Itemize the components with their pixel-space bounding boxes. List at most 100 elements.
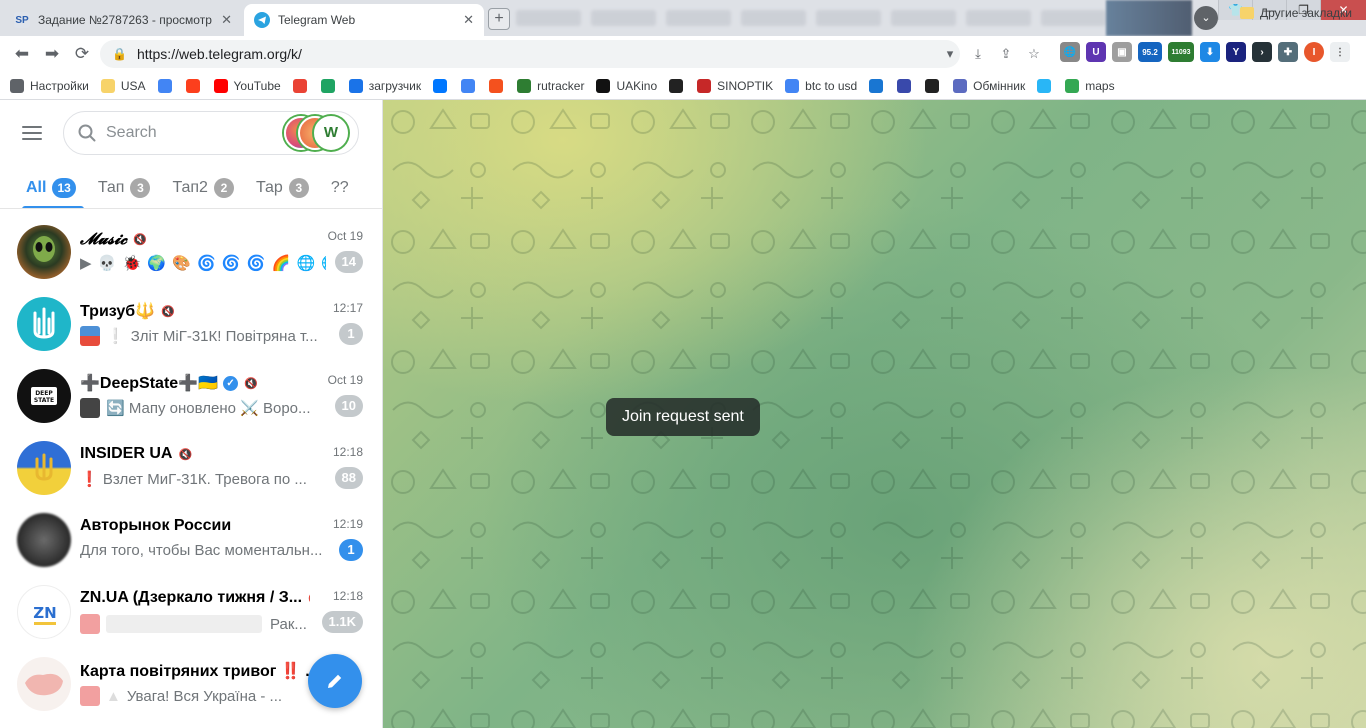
chat-avatar: ZN — [17, 585, 71, 639]
bookmark-item[interactable] — [897, 78, 917, 93]
weather-extension-icon[interactable]: 95.2 — [1138, 42, 1162, 62]
folder-tabs-divider — [0, 208, 382, 209]
omnibox-actions: ▾ ⤓ ⇪ ☆ — [940, 44, 1044, 64]
terminal-extension-icon[interactable]: › — [1252, 42, 1272, 62]
bookmark-label: btc to usd — [805, 78, 858, 93]
ublock-extension-icon[interactable]: U — [1086, 42, 1106, 62]
other-bookmarks-label: Другие закладки — [1260, 6, 1352, 20]
folder-tab[interactable]: ?? — [331, 179, 349, 197]
folder-count-badge: 3 — [130, 178, 151, 198]
url-bar[interactable]: 🔒 https://web.telegram.org/k/ — [100, 40, 960, 68]
chat-name-row: 𝓜𝓾𝓼𝓲𝓬 🔇 — [80, 229, 147, 249]
chat-item[interactable]: INSIDER UA 🔇 12:18 ❗ Взлет МиГ-31К. Трев… — [8, 432, 375, 504]
dropdown-icon[interactable]: ▾ — [940, 44, 960, 64]
hamburger-menu-icon[interactable] — [22, 122, 50, 146]
folder-tab[interactable]: Тар 3 — [256, 178, 309, 198]
bookmark-item[interactable] — [292, 78, 313, 93]
bookmark-label: Обмінник — [973, 78, 1026, 93]
chat-list-column: W All 13 Тап 3 Тап2 2 Тар 3?? 𝓜𝓾𝓼𝓲𝓬 🔇 Oct 19 ▶ … — [0, 100, 383, 728]
folder-tab[interactable]: Тап2 2 — [172, 178, 234, 198]
chat-item[interactable]: Тризуб🔱 🔇 12:17 ❕ Зліт МіГ-31К! Повітрян… — [8, 288, 375, 360]
forward-button[interactable]: ➡ — [38, 40, 66, 68]
chat-name: Авторынок России — [80, 517, 232, 534]
reload-button[interactable]: ⟳ — [68, 40, 96, 68]
bookmarks-overflow-button[interactable]: » — [1206, 5, 1213, 20]
bookmark-star-icon[interactable]: ☆ — [1024, 44, 1044, 64]
bookmark-label: USA — [120, 78, 146, 93]
bookmark-item[interactable] — [185, 78, 206, 93]
bookmark-item[interactable] — [489, 78, 509, 93]
extension-icon[interactable]: ▣ — [1112, 42, 1132, 62]
bookmark-item[interactable]: Обмінник — [953, 78, 1026, 93]
folder-icon — [1240, 7, 1254, 19]
unread-badge: 1 — [339, 323, 363, 345]
new-tab-button[interactable]: + — [488, 8, 510, 30]
tab-title: Telegram Web — [278, 13, 356, 27]
chat-item[interactable]: ZN ZN.UA (Дзеркало тижня / З... 🔇 12:18 … — [8, 576, 375, 648]
bookmark-item[interactable]: Настройки — [10, 78, 89, 93]
bookmark-item[interactable] — [433, 78, 453, 93]
bookmark-item[interactable] — [461, 78, 481, 93]
star-icon — [1037, 78, 1052, 93]
browser-tab-task[interactable]: SP Задание №2787263 - просмотр з ✕ — [4, 4, 242, 36]
folder-label: Тап2 — [172, 179, 208, 196]
chat-message: Зліт МіГ-31К! Повітряна т... — [130, 327, 318, 345]
other-bookmarks-folder[interactable]: Другие закладки — [1240, 6, 1352, 20]
chat-preview: Рак... — [80, 614, 326, 634]
chrome-menu-icon[interactable]: ⋮ — [1330, 42, 1350, 62]
chat-body: 𝓜𝓾𝓼𝓲𝓬 🔇 Oct 19 ▶ 💀 🐞 🌍 🎨 🌀 🌀 🌀 🌈 🌐 🌐 14 — [80, 225, 375, 279]
chat-body: Авторынок России 12:19 Для того, чтобы В… — [80, 513, 375, 567]
bookmark-item[interactable]: YouTube — [213, 78, 281, 93]
bookmark-item[interactable] — [669, 78, 689, 93]
bookmark-item[interactable]: btc to usd — [785, 78, 858, 93]
search-box[interactable]: W — [63, 111, 359, 155]
download-extension-icon[interactable]: ⬇ — [1200, 42, 1220, 62]
bookmark-item[interactable]: SINOPTIK — [697, 78, 773, 93]
browser-tab-telegram[interactable]: Telegram Web ✕ — [244, 4, 484, 36]
install-icon[interactable]: ⤓ — [968, 44, 988, 64]
muted-icon: 🔇 — [244, 377, 258, 390]
bookmark-item[interactable]: rutracker — [517, 78, 584, 93]
muted-icon: 🔇 — [133, 233, 147, 246]
exchange-icon — [953, 78, 968, 93]
chat-item[interactable]: 𝓜𝓾𝓼𝓲𝓬 🔇 Oct 19 ▶ 💀 🐞 🌍 🎨 🌀 🌀 🌀 🌈 🌐 🌐 14 — [8, 216, 375, 288]
unread-badge: 1.1K — [321, 611, 363, 633]
bookmark-label: Настройки — [30, 78, 89, 93]
folder-tab[interactable]: Тап 3 — [98, 178, 151, 198]
folder-count-badge: 2 — [213, 178, 234, 198]
chat-name: ➕DeepState➕🇺🇦 — [80, 375, 219, 392]
bookmark-item[interactable] — [157, 78, 178, 93]
y-extension-icon[interactable]: Y — [1226, 42, 1246, 62]
close-tab-icon[interactable]: ✕ — [463, 12, 474, 28]
compose-button[interactable] — [308, 654, 362, 708]
story-avatar[interactable]: W — [314, 116, 348, 150]
chat-background: Join request sent — [383, 100, 1366, 728]
url-text: https://web.telegram.org/k/ — [136, 46, 302, 62]
counter-extension-icon[interactable]: 11093 — [1168, 42, 1194, 62]
chat-avatar — [17, 297, 71, 351]
address-toolbar: ⬅ ➡ ⟳ 🔒 https://web.telegram.org/k/ ▾ ⤓ … — [0, 36, 1366, 72]
pencil-icon — [328, 674, 342, 688]
bookmark-item[interactable] — [320, 78, 341, 93]
globe-extension-icon[interactable]: 🌐 — [1060, 42, 1080, 62]
bookmark-item[interactable] — [925, 78, 945, 93]
svg-text:STATE: STATE — [34, 397, 54, 404]
bookmark-item[interactable]: USA — [100, 78, 146, 93]
bookmark-item[interactable]: загрузчик — [348, 78, 421, 93]
back-button[interactable]: ⬅ — [8, 40, 36, 68]
share-icon[interactable]: ⇪ — [996, 44, 1016, 64]
bookmark-item[interactable] — [1037, 78, 1057, 93]
profile-avatar[interactable]: I — [1304, 42, 1324, 62]
close-tab-icon[interactable]: ✕ — [221, 12, 232, 28]
chat-item[interactable]: DEEP STATE ➕DeepState➕🇺🇦 ✓ 🔇 Oct 19 🔄 Мап… — [8, 360, 375, 432]
chat-preview: Для того, чтобы Вас моментальн... — [80, 542, 326, 559]
search-input[interactable] — [106, 124, 276, 142]
bookmark-item[interactable]: maps — [1065, 78, 1115, 93]
folder-tab[interactable]: All 13 — [26, 178, 76, 198]
bookmark-item[interactable]: UAKino — [596, 78, 657, 93]
chat-item[interactable]: Авторынок России 12:19 Для того, чтобы В… — [8, 504, 375, 576]
stories-avatars[interactable]: W — [282, 116, 352, 150]
message-thumbnail — [80, 326, 100, 346]
puzzle-extensions-icon[interactable]: ✚ — [1278, 42, 1298, 62]
bookmark-item[interactable] — [869, 78, 889, 93]
